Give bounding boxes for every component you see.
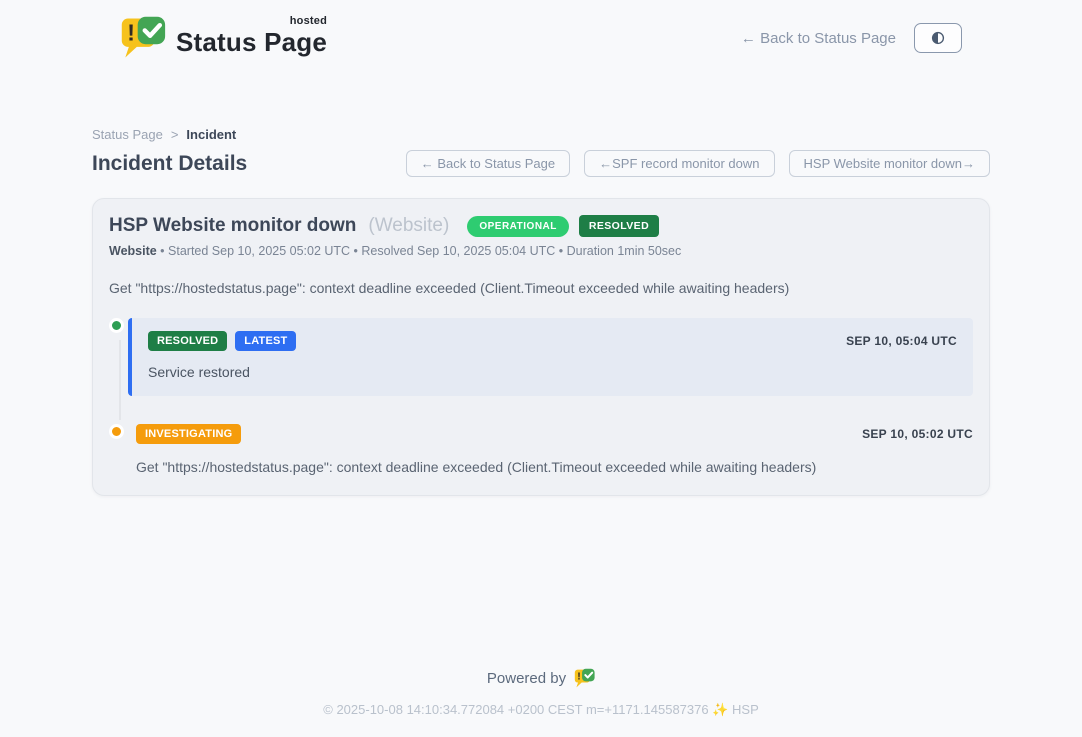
breadcrumb-root[interactable]: Status Page	[92, 127, 163, 142]
header: ! Status Page hosted ← Back to Status Pa…	[0, 0, 1082, 62]
timeline-timestamp: SEP 10, 05:04 UTC	[846, 334, 957, 348]
incident-title: HSP Website monitor down	[109, 215, 356, 237]
brand-hosted-label: hosted	[290, 15, 327, 27]
brand-logo[interactable]: ! Status Page hosted	[120, 15, 327, 61]
investigating-status-badge: INVESTIGATING	[136, 424, 241, 444]
latest-badge: LATEST	[235, 331, 296, 351]
incident-description: Get "https://hostedstatus.page": context…	[109, 280, 973, 296]
resolved-status-badge: RESOLVED	[148, 331, 227, 351]
timeline-message: Get "https://hostedstatus.page": context…	[136, 459, 973, 475]
timeline-dot-orange	[109, 424, 124, 439]
operational-badge: OPERATIONAL	[467, 216, 569, 237]
incident-component: (Website)	[368, 215, 449, 237]
timeline-timestamp: SEP 10, 05:02 UTC	[862, 427, 973, 441]
timeline-entry-investigating: INVESTIGATING SEP 10, 05:02 UTC Get "htt…	[109, 422, 973, 475]
brand-name: Status Page hosted	[176, 19, 327, 58]
prev-incident-button[interactable]: ←SPF record monitor down	[584, 150, 774, 177]
incident-meta-details: • Started Sep 10, 2025 05:02 UTC • Resol…	[157, 244, 682, 258]
next-incident-button[interactable]: HSP Website monitor down→	[789, 150, 990, 177]
back-to-status-page-button[interactable]: ← Back to Status Page	[406, 150, 570, 177]
incident-nav: ← Back to Status Page ←SPF record monito…	[406, 150, 990, 177]
header-back-link[interactable]: ← Back to Status Page	[741, 30, 896, 47]
timeline-dot-green	[109, 318, 124, 333]
breadcrumb: Status Page > Incident	[92, 127, 990, 142]
incident-timeline: RESOLVED LATEST SEP 10, 05:04 UTC Servic…	[109, 318, 973, 475]
incident-meta: Website • Started Sep 10, 2025 05:02 UTC…	[109, 244, 973, 258]
theme-toggle-button[interactable]	[914, 23, 962, 53]
page-title: Incident Details	[92, 152, 247, 176]
brand-icon-small[interactable]: !	[574, 668, 595, 689]
resolved-badge: RESOLVED	[579, 215, 659, 237]
breadcrumb-current: Incident	[186, 127, 236, 142]
brand-icon: !	[120, 15, 166, 61]
copyright-text: © 2025-10-08 14:10:34.772084 +0200 CEST …	[92, 702, 990, 718]
svg-text:!: !	[127, 20, 135, 46]
breadcrumb-separator: >	[171, 127, 179, 142]
footer: Powered by ! © 2025-10-08 14:10:34.77208…	[92, 668, 990, 718]
timeline-latest-box: RESOLVED LATEST SEP 10, 05:04 UTC Servic…	[128, 318, 973, 396]
incident-meta-component: Website	[109, 244, 157, 258]
timeline-message: Service restored	[148, 364, 957, 380]
main-content: Status Page > Incident Incident Details …	[92, 127, 990, 718]
contrast-icon	[929, 29, 947, 47]
timeline-entry-resolved: RESOLVED LATEST SEP 10, 05:04 UTC Servic…	[109, 318, 973, 396]
svg-text:!: !	[577, 671, 581, 683]
incident-card: HSP Website monitor down (Website) OPERA…	[92, 198, 990, 496]
powered-by-label: Powered by	[487, 670, 566, 687]
